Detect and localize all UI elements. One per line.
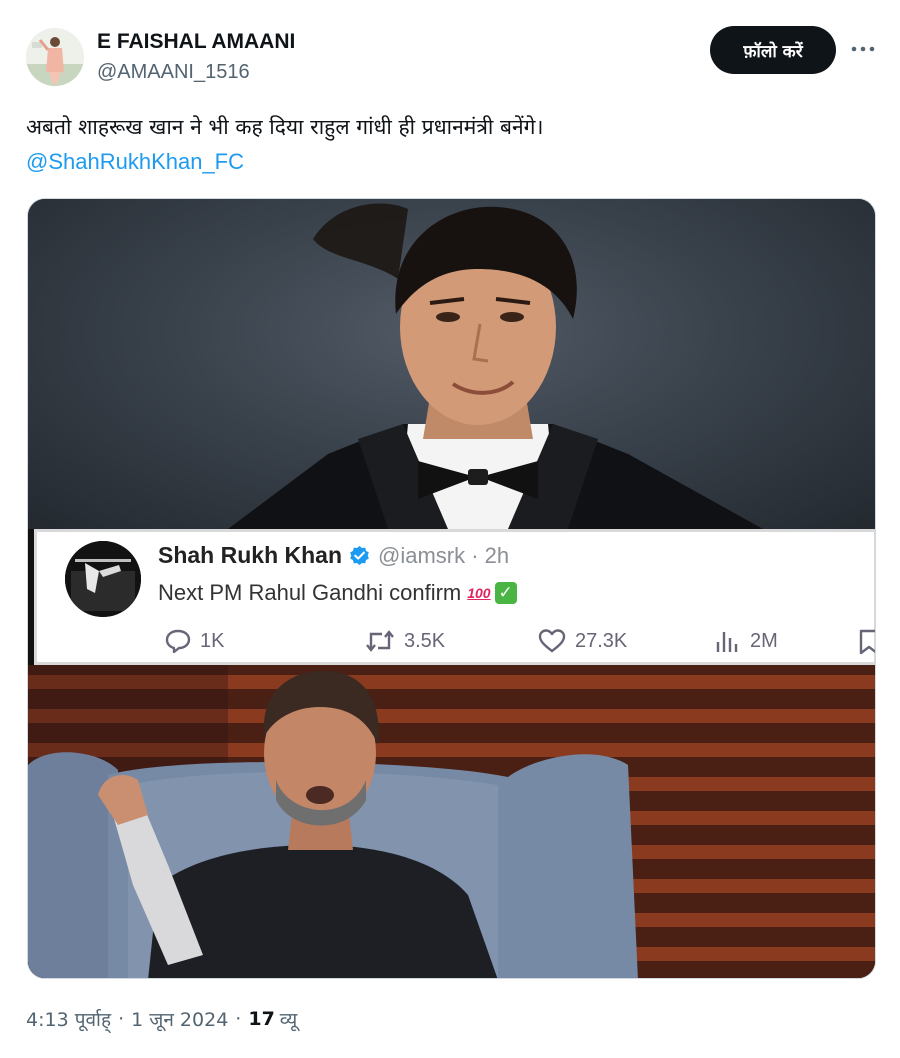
embedded-bookmark (858, 628, 875, 656)
photo-top (28, 199, 875, 529)
bookmark-icon (859, 629, 875, 655)
embedded-actions: 1K 3.5K 27.3K 2M (164, 628, 875, 658)
views-count: 17 (248, 1008, 275, 1030)
more-button[interactable] (848, 34, 878, 64)
embedded-avatar-image (65, 541, 141, 617)
photo-top-art (228, 203, 763, 529)
post-date[interactable]: 1 जून 2024 (131, 1006, 228, 1032)
embedded-repost-count: 3.5K (404, 629, 446, 652)
photo-bottom-art (28, 665, 875, 978)
avatar-image (26, 28, 84, 86)
follow-button[interactable]: फ़ॉलो करें (710, 26, 836, 74)
meta-separator: · (118, 1008, 125, 1030)
embedded-post: Shah Rukh Khan @iamsrk · 2h Next PM Rahu… (34, 529, 875, 665)
embedded-reply-count: 1K (200, 629, 225, 652)
tweet-media[interactable]: Shah Rukh Khan @iamsrk · 2h Next PM Rahu… (27, 198, 876, 979)
embedded-repost: 3.5K (364, 628, 445, 654)
embedded-handle-time: @iamsrk · 2h (378, 542, 510, 568)
reply-icon (165, 629, 191, 654)
post-time[interactable]: 4:13 पूर्वाह् (26, 1006, 111, 1032)
photo-bottom (28, 665, 875, 978)
verified-badge-icon (350, 545, 369, 566)
hundred-emoji: 100 (467, 585, 491, 601)
repost-icon (366, 630, 394, 652)
meta-separator: · (235, 1008, 242, 1030)
embedded-like: 27.3K (537, 628, 627, 654)
like-icon (538, 629, 566, 653)
embedded-like-count: 27.3K (575, 629, 628, 652)
more-icon (851, 46, 875, 52)
tweet: E FAISHAL AMAANI @AMAANI_1516 फ़ॉलो करें… (0, 0, 900, 1058)
embedded-text: Next PM Rahul Gandhi confirm (158, 580, 462, 605)
embedded-view-count: 2M (750, 629, 778, 652)
tweet-text: अबतो शाहरूख खान ने भी कह दिया राहुल गांध… (26, 115, 544, 139)
embedded-reply: 1K (164, 628, 224, 654)
views-label: व्यू (279, 1009, 298, 1031)
tweet-meta: 4:13 पूर्वाह् · 1 जून 2024 · 17 व्यू (26, 1006, 297, 1032)
author-name[interactable]: E FAISHAL AMAANI (97, 30, 295, 54)
author-handle[interactable]: @AMAANI_1516 (97, 60, 295, 84)
embedded-views: 2M (714, 628, 778, 654)
check-mark-emoji: ✓ (494, 582, 517, 604)
embedded-text-row: Next PM Rahul Gandhi confirm 100 ✓ (158, 580, 517, 606)
views-icon (716, 632, 738, 652)
embedded-avatar (65, 541, 141, 617)
embedded-header: Shah Rukh Khan @iamsrk · 2h (158, 542, 509, 569)
author-info[interactable]: E FAISHAL AMAANI @AMAANI_1516 (97, 30, 295, 84)
author-avatar[interactable] (26, 28, 84, 86)
embedded-name: Shah Rukh Khan (158, 542, 343, 568)
mention-link[interactable]: @ShahRukhKhan_FC (26, 148, 244, 176)
